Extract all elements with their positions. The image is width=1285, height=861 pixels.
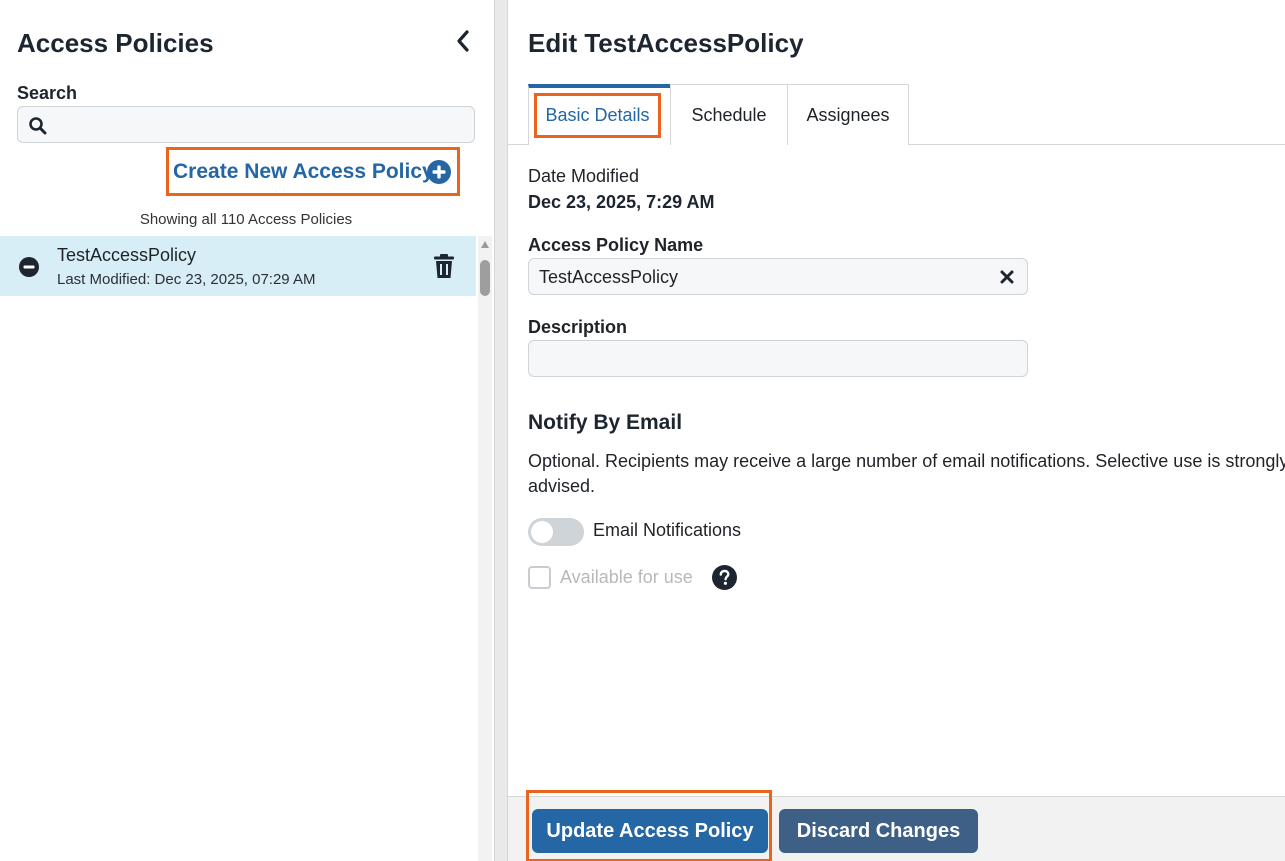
notify-description: Optional. Recipients may receive a large… bbox=[528, 449, 1285, 499]
page-title: Edit TestAccessPolicy bbox=[528, 28, 804, 58]
toggle-knob bbox=[531, 521, 553, 543]
policy-name: TestAccessPolicy bbox=[57, 245, 197, 265]
tab-schedule[interactable]: Schedule bbox=[670, 84, 788, 145]
description-field[interactable] bbox=[528, 340, 1028, 377]
available-for-use-label: Available for use bbox=[560, 567, 693, 587]
edit-policy-panel: Edit TestAccessPolicy Schedule Assignees… bbox=[507, 0, 1285, 861]
date-modified-value: Dec 23, 2025, 7:29 AM bbox=[528, 192, 715, 212]
chevron-left-icon bbox=[457, 30, 469, 52]
date-modified-label: Date Modified bbox=[528, 166, 640, 186]
collapse-panel-button[interactable] bbox=[452, 28, 474, 54]
panel-title: Access Policies bbox=[17, 28, 214, 58]
policy-list-item[interactable]: TestAccessPolicy Last Modified: Dec 23, … bbox=[0, 236, 476, 296]
search-field[interactable] bbox=[17, 106, 475, 143]
search-label: Search bbox=[17, 83, 78, 103]
access-policies-panel: Access Policies Search Create New Access… bbox=[0, 0, 495, 861]
scrollbar-thumb[interactable] bbox=[480, 260, 490, 296]
trash-icon[interactable] bbox=[433, 253, 455, 279]
email-notifications-toggle[interactable] bbox=[528, 518, 584, 546]
email-notifications-label: Email Notifications bbox=[593, 520, 742, 540]
search-icon bbox=[29, 117, 47, 135]
description-label: Description bbox=[528, 317, 628, 337]
scroll-up-arrow-icon[interactable] bbox=[481, 241, 489, 248]
discard-changes-button[interactable]: Discard Changes bbox=[779, 809, 978, 853]
policy-name-field[interactable] bbox=[528, 258, 1028, 295]
notify-section-title: Notify By Email bbox=[528, 411, 683, 434]
help-icon[interactable] bbox=[712, 565, 737, 590]
tab-divider bbox=[508, 144, 528, 145]
tab-divider bbox=[908, 144, 1285, 145]
notify-description-line: Optional. Recipients may receive a large… bbox=[528, 451, 1285, 471]
create-access-policy-label: Create New Access Policy bbox=[173, 159, 434, 183]
close-icon[interactable] bbox=[999, 269, 1015, 285]
plus-circle-icon bbox=[427, 160, 451, 184]
action-footer: Update Access Policy Discard Changes bbox=[508, 790, 1285, 861]
notify-description-line: advised. bbox=[528, 476, 596, 496]
tab-basic-details-label[interactable]: Basic Details bbox=[534, 93, 661, 138]
search-input[interactable] bbox=[56, 111, 466, 139]
description-input[interactable] bbox=[539, 345, 989, 373]
update-access-policy-button[interactable]: Update Access Policy bbox=[532, 809, 768, 853]
policy-last-modified: Last Modified: Dec 23, 2025, 07:29 AM bbox=[57, 271, 316, 288]
list-scrollbar[interactable] bbox=[478, 236, 492, 861]
tab-assignees[interactable]: Assignees bbox=[787, 84, 909, 145]
policy-name-label: Access Policy Name bbox=[528, 235, 704, 255]
create-access-policy-link[interactable]: Create New Access Policy bbox=[166, 147, 460, 196]
minus-circle-icon[interactable] bbox=[19, 257, 39, 277]
available-for-use-checkbox[interactable] bbox=[528, 566, 551, 589]
policy-name-input[interactable] bbox=[539, 263, 989, 291]
results-count: Showing all 110 Access Policies bbox=[139, 211, 353, 228]
